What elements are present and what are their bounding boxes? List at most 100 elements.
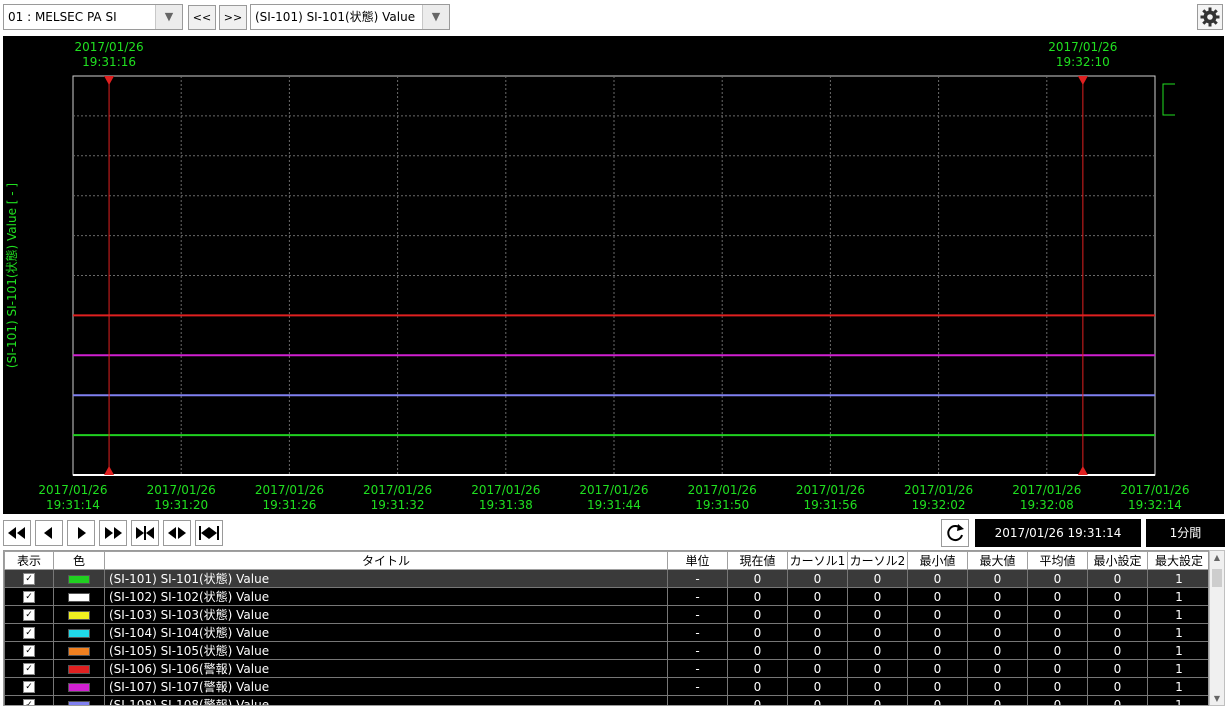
color-cell[interactable] [53,623,105,642]
table-row[interactable]: ✓ (SI-103) SI-103(状態) Value -0 0 0 0 0 0 0 1 [4,605,1208,624]
cell-min: 0 [907,641,968,660]
table-row[interactable]: ✓ (SI-108) SI-108(警報) Value -0 0 0 0 0 0 0 1 [4,695,1208,705]
visible-checkbox-cell[interactable]: ✓ [4,569,54,588]
step-forward-button[interactable] [67,520,95,546]
color-cell[interactable] [53,695,105,705]
table-row[interactable]: ✓ (SI-102) SI-102(状態) Value -0 0 0 0 0 0 0 1 [4,587,1208,606]
color-swatch [68,592,90,602]
color-cell[interactable] [53,587,105,606]
visible-checkbox-cell[interactable]: ✓ [4,659,54,678]
refresh-icon [947,524,964,542]
fast-forward-button[interactable] [99,520,127,546]
color-swatch [68,610,90,620]
column-header[interactable]: 色 [53,551,105,570]
visible-checkbox[interactable]: ✓ [23,699,35,705]
settings-button[interactable] [1197,4,1223,30]
column-header[interactable]: 最大設定 [1147,551,1208,570]
cell-avg: 0 [1027,623,1088,642]
scroll-thumb[interactable] [1212,569,1222,587]
cell-unit: - [667,695,728,705]
playback-controls: 2017/01/26 19:31:14 1分間 [0,514,1227,550]
visible-checkbox-cell[interactable]: ✓ [4,677,54,696]
column-header[interactable]: 単位 [667,551,728,570]
rewind-button[interactable] [3,520,31,546]
color-cell[interactable] [53,641,105,660]
column-header[interactable]: 最大値 [967,551,1028,570]
cell-max: 0 [967,605,1028,624]
chevron-down-icon[interactable]: ▼ [422,5,449,29]
color-cell[interactable] [53,569,105,588]
cursor-out-button[interactable] [163,520,191,546]
device-select[interactable]: 01 : MELSEC PA SI ▼ [3,4,183,30]
visible-checkbox-cell[interactable]: ✓ [4,695,54,705]
prev-signal-button[interactable]: << [188,5,216,30]
table-row[interactable]: ✓ (SI-101) SI-101(状態) Value -0 0 0 0 0 0 0 1 [4,569,1208,588]
signal-title: (SI-103) SI-103(状態) Value [104,605,668,624]
table-row[interactable]: ✓ (SI-104) SI-104(状態) Value -0 0 0 0 0 0 0 1 [4,623,1208,642]
visible-checkbox-cell[interactable]: ✓ [4,587,54,606]
color-cell[interactable] [53,677,105,696]
visible-checkbox[interactable]: ✓ [23,663,35,675]
visible-checkbox[interactable]: ✓ [23,681,35,693]
jump-end-button[interactable] [195,520,223,546]
range-bracket [1162,83,1175,116]
x-tick-label-time: 19:31:50 [695,498,749,512]
scroll-down-icon[interactable]: ▼ [1210,694,1224,703]
time-span-selector[interactable]: 1分間 [1146,519,1225,547]
trend-chart[interactable]: 2017/01/26 19:31:14 2017/01/26 19:31:20 2017… [3,36,1224,514]
trend-chart-svg: 2017/01/26 19:31:14 2017/01/26 19:31:20 2017… [4,40,1190,512]
visible-checkbox-cell[interactable]: ✓ [4,641,54,660]
step-back-button[interactable] [35,520,63,546]
cursor1-date-label: 2017/01/26 [74,40,143,54]
cell-unit: - [667,677,728,696]
cursor-in-button[interactable] [131,520,159,546]
scroll-up-icon[interactable]: ▲ [1210,553,1224,562]
cell-max: 0 [967,695,1028,705]
color-cell[interactable] [53,659,105,678]
visible-checkbox[interactable]: ✓ [23,645,35,657]
column-header[interactable]: 表示 [4,551,54,570]
column-header[interactable]: 現在値 [727,551,788,570]
column-header[interactable]: 最小設定 [1087,551,1148,570]
step-forward-icon [78,527,86,539]
visible-checkbox[interactable]: ✓ [23,573,35,585]
cell-maxset: 1 [1147,605,1208,624]
column-header[interactable]: 平均値 [1027,551,1088,570]
signal-select[interactable]: (SI-101) SI-101(状態) Value ▼ [250,4,450,30]
current-time-display[interactable]: 2017/01/26 19:31:14 [975,519,1141,547]
chevron-down-icon[interactable]: ▼ [155,5,182,29]
visible-checkbox[interactable]: ✓ [23,591,35,603]
fast-forward-icon [105,527,122,539]
cell-c1: 0 [787,587,848,606]
table-scrollbar[interactable]: ▲ ▼ [1209,550,1225,706]
table-row[interactable]: ✓ (SI-106) SI-106(警報) Value -0 0 0 0 0 0 0 1 [4,659,1208,678]
table-row[interactable]: ✓ (SI-105) SI-105(状態) Value -0 0 0 0 0 0 0 1 [4,641,1208,660]
color-cell[interactable] [53,605,105,624]
cursor-in-icon [136,526,154,540]
signal-title: (SI-107) SI-107(警報) Value [104,677,668,696]
cursor2-date-label: 2017/01/26 [1048,40,1117,54]
next-signal-button[interactable]: >> [219,5,247,30]
cell-current: 0 [727,659,788,678]
column-header[interactable]: カーソル2 [847,551,908,570]
cell-maxset: 1 [1147,569,1208,588]
column-header[interactable]: 最小値 [907,551,968,570]
visible-checkbox[interactable]: ✓ [23,627,35,639]
cell-c2: 0 [847,605,908,624]
x-tick-label-time: 19:31:20 [154,498,208,512]
cell-minset: 0 [1087,605,1148,624]
cell-current: 0 [727,569,788,588]
refresh-button[interactable] [941,519,969,547]
cell-c2: 0 [847,569,908,588]
visible-checkbox[interactable]: ✓ [23,609,35,621]
column-header[interactable]: カーソル1 [787,551,848,570]
x-tick-label-time: 19:31:14 [46,498,100,512]
visible-checkbox-cell[interactable]: ✓ [4,605,54,624]
cell-c1: 0 [787,695,848,705]
cell-max: 0 [967,569,1028,588]
table-row[interactable]: ✓ (SI-107) SI-107(警報) Value -0 0 0 0 0 0 0 1 [4,677,1208,696]
cell-maxset: 1 [1147,623,1208,642]
x-tick-label-date: 2017/01/26 [688,483,757,497]
visible-checkbox-cell[interactable]: ✓ [4,623,54,642]
column-header[interactable]: タイトル [104,551,668,570]
